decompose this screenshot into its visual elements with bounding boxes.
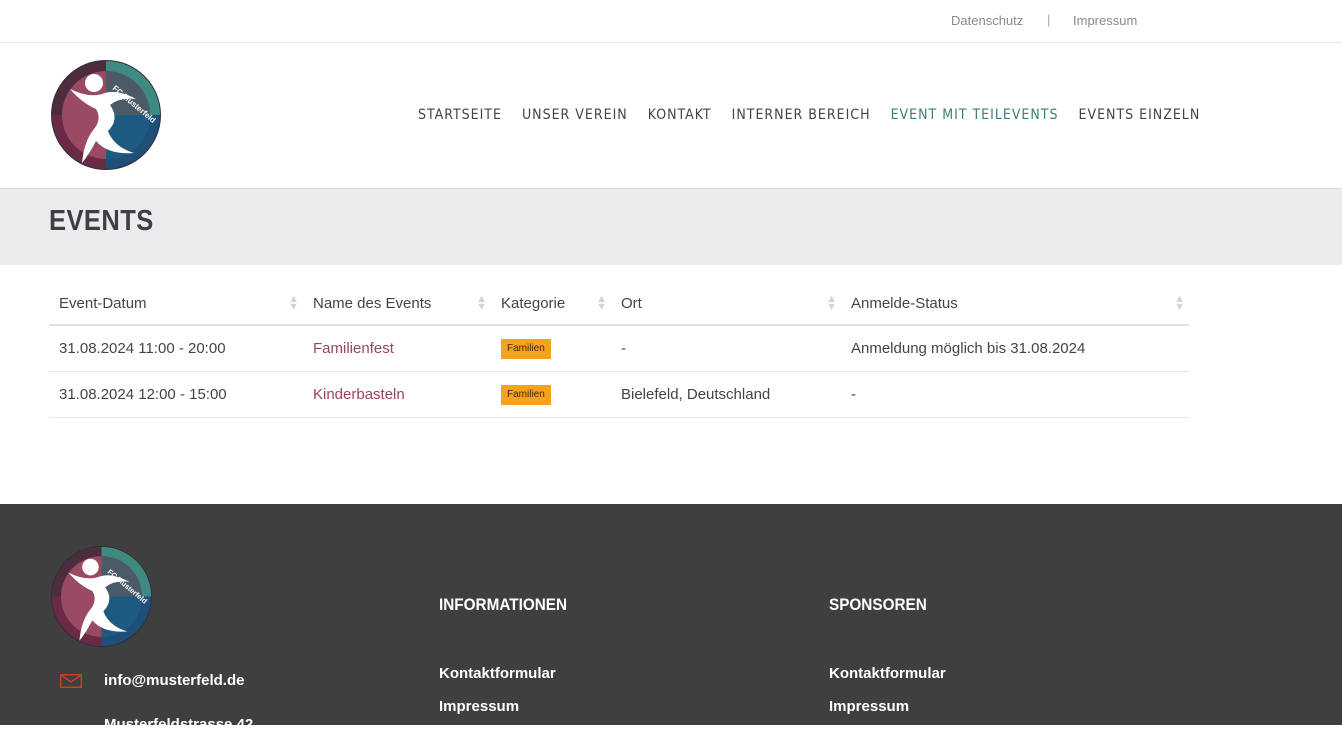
datenschutz-link[interactable]: Datenschutz <box>951 13 1023 28</box>
event-location: Bielefeld, Deutschland <box>611 371 841 418</box>
event-status: - <box>841 371 1189 418</box>
table-row: 31.08.2024 11:00 - 20:00 Familienfest Fa… <box>49 325 1189 372</box>
event-category-cell: Familien <box>491 371 611 418</box>
table-header-row: Event-Datum ▲ ▼ Name des Events ▲ ▼ Kategori… <box>49 282 1189 326</box>
nav-unser-verein[interactable]: Unser Verein <box>522 107 628 123</box>
footer-heading-informationen: INFORMATIONEN <box>439 595 568 614</box>
event-date: 31.08.2024 12:00 - 15:00 <box>49 371 303 418</box>
footer-link-kontaktformular[interactable]: Kontaktformular <box>439 665 556 682</box>
footer-email[interactable]: info@musterfeld.de <box>104 672 244 689</box>
event-name-link[interactable]: Familienfest <box>313 340 394 357</box>
top-bar: Datenschutz | Impressum <box>0 0 1342 43</box>
event-name-cell: Kinderbasteln <box>303 371 491 418</box>
club-logo[interactable]: FC Musterfeld <box>50 59 162 171</box>
nav-events-einzeln[interactable]: Events einzeln <box>1079 107 1201 123</box>
event-category-cell: Familien <box>491 325 611 372</box>
col-label: Ort <box>621 294 642 312</box>
category-badge: Familien <box>501 339 551 359</box>
footer-logo[interactable]: FC Musterfeld <box>50 545 153 648</box>
footer-link-impressum[interactable]: Impressum <box>829 698 909 715</box>
sort-icon: ▲ ▼ <box>1174 293 1185 313</box>
events-table: Event-Datum ▲ ▼ Name des Events ▲ ▼ Kategori… <box>49 282 1189 418</box>
footer-heading-sponsoren: SPONSOREN <box>829 595 927 614</box>
site-footer: FC Musterfeld info@musterfeld.de Musterf… <box>0 504 1342 733</box>
col-label: Event-Datum <box>59 294 147 312</box>
col-label: Name des Events <box>313 294 432 312</box>
col-name[interactable]: Name des Events ▲ ▼ <box>303 282 491 326</box>
event-status: Anmeldung möglich bis 31.08.2024 <box>841 325 1189 372</box>
mail-icon <box>60 674 82 688</box>
sort-icon: ▲ ▼ <box>288 293 299 313</box>
col-kategorie[interactable]: Kategorie ▲ ▼ <box>491 282 611 326</box>
event-location: - <box>611 325 841 372</box>
impressum-link[interactable]: Impressum <box>1073 13 1137 28</box>
main-nav: Startseite Unser Verein Kontakt Interner… <box>418 107 1220 123</box>
sort-icon: ▲ ▼ <box>476 293 487 313</box>
page-title-band: EVENTS <box>0 189 1342 265</box>
category-badge: Familien <box>501 385 551 405</box>
nav-startseite[interactable]: Startseite <box>418 107 502 123</box>
sort-icon: ▲ ▼ <box>596 293 607 313</box>
nav-interner-bereich[interactable]: Interner Bereich <box>732 107 871 123</box>
page-title: EVENTS <box>49 205 154 237</box>
site-header: FC Musterfeld Startseite Unser Verein Ko… <box>0 43 1342 189</box>
footer-link-kontaktformular[interactable]: Kontaktformular <box>829 665 946 682</box>
col-ort[interactable]: Ort ▲ ▼ <box>611 282 841 326</box>
sort-icon: ▲ ▼ <box>826 293 837 313</box>
col-anmelde-status[interactable]: Anmelde-Status ▲ ▼ <box>841 282 1189 326</box>
nav-kontakt[interactable]: Kontakt <box>648 107 712 123</box>
table-row: 31.08.2024 12:00 - 15:00 Kinderbasteln F… <box>49 371 1189 418</box>
event-date: 31.08.2024 11:00 - 20:00 <box>49 325 303 372</box>
nav-event-mit-teilevents[interactable]: Event mit Teilevents <box>891 107 1059 123</box>
event-name-cell: Familienfest <box>303 325 491 372</box>
col-label: Anmelde-Status <box>851 294 958 312</box>
event-name-link[interactable]: Kinderbasteln <box>313 386 405 403</box>
col-event-datum[interactable]: Event-Datum ▲ ▼ <box>49 282 303 326</box>
col-label: Kategorie <box>501 294 566 312</box>
footer-link-impressum[interactable]: Impressum <box>439 698 519 715</box>
topbar-separator: | <box>1047 12 1051 27</box>
